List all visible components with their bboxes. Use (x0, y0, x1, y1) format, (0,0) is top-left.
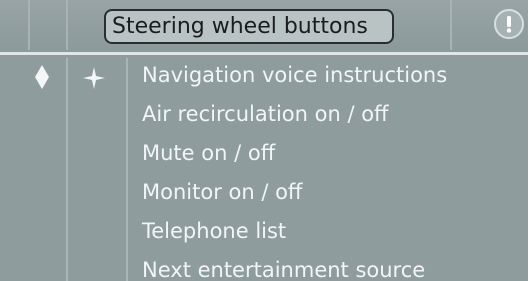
menu-item-monitor[interactable]: Monitor on / off (142, 175, 447, 214)
menu-item-navigation-voice[interactable]: Navigation voice instructions (142, 58, 447, 97)
header-divider (66, 0, 68, 50)
diamond-icon[interactable] (34, 64, 50, 90)
header-divider (28, 0, 30, 50)
menu-item-next-entertainment[interactable]: Next entertainment source (142, 253, 447, 281)
four-point-star-icon[interactable] (82, 66, 106, 90)
menu-item-telephone-list[interactable]: Telephone list (142, 214, 447, 253)
page-title: Steering wheel buttons (104, 9, 394, 44)
display-screen: Steering wheel buttons Navigation voice … (0, 0, 528, 281)
info-exclamation-icon (506, 16, 512, 33)
column-divider (126, 58, 128, 281)
header-divider (450, 0, 452, 50)
header-bar: Steering wheel buttons (0, 0, 528, 50)
menu-item-mute[interactable]: Mute on / off (142, 136, 447, 175)
info-button[interactable] (494, 9, 524, 39)
header-separator (0, 52, 528, 55)
menu-item-air-recirculation[interactable]: Air recirculation on / off (142, 97, 447, 136)
menu-list: Navigation voice instructions Air recirc… (142, 58, 447, 281)
column-divider (66, 58, 68, 281)
